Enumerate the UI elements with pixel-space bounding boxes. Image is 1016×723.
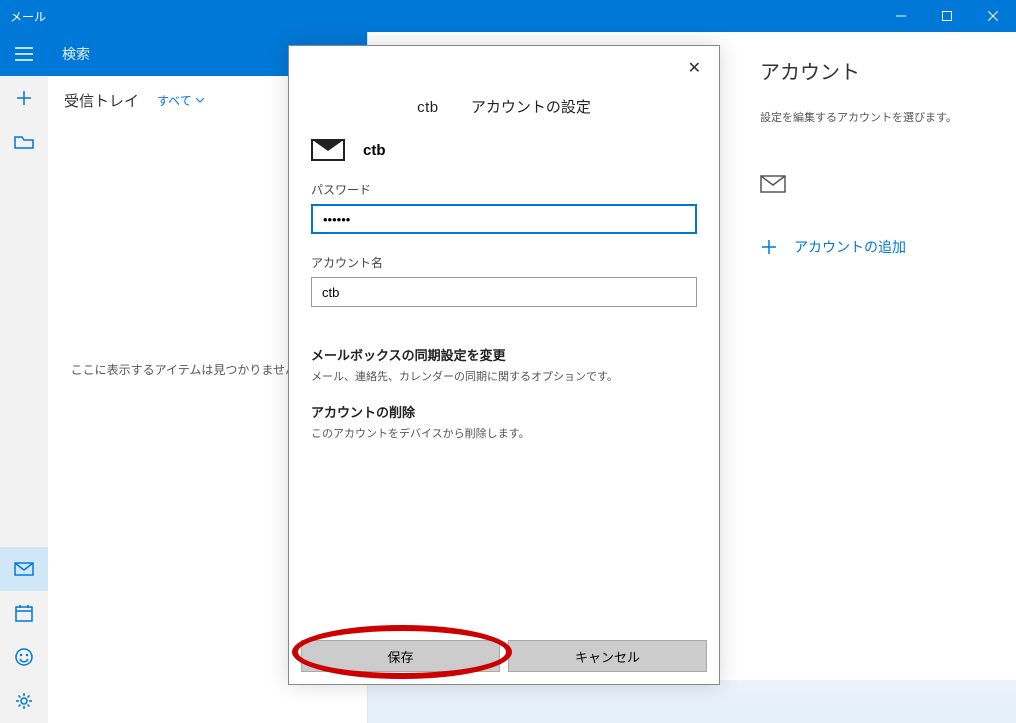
account-settings-dialog: ✕ ctb アカウントの設定 ctb パスワード アカウント名 メールボックスの… [288, 45, 720, 685]
dialog-title: ctb アカウントの設定 [311, 96, 697, 117]
dialog-account-id: ctb [417, 99, 439, 116]
mail-icon [311, 139, 345, 161]
password-input[interactable] [311, 204, 697, 234]
dialog-title-text: アカウントの設定 [471, 99, 591, 116]
app-title: メール [0, 8, 878, 25]
close-button[interactable] [970, 0, 1016, 32]
settings-button[interactable] [0, 679, 48, 723]
mail-icon [760, 175, 786, 193]
maximize-button[interactable] [924, 0, 970, 32]
delete-account-desc: このアカウントをデバイスから削除します。 [311, 425, 697, 441]
accounts-heading: アカウント [760, 56, 992, 85]
add-account-button[interactable]: アカウントの追加 [760, 237, 992, 257]
accounts-hint: 設定を編集するアカウントを選びます。 [760, 109, 992, 125]
inbox-filter-label: すべて [157, 92, 192, 109]
dialog-account-label: ctb [363, 142, 386, 159]
sync-settings-link[interactable]: メールボックスの同期設定を変更 メール、連絡先、カレンダーの同期に関するオプショ… [311, 345, 697, 384]
add-account-label: アカウントの追加 [794, 237, 906, 257]
inbox-filter[interactable]: すべて [157, 92, 204, 109]
dialog-account-header: ctb [311, 139, 697, 161]
cancel-button[interactable]: キャンセル [508, 640, 707, 672]
inbox-title: 受信トレイ [64, 90, 139, 111]
plus-icon [760, 238, 778, 256]
password-label: パスワード [311, 181, 697, 198]
account-name-input[interactable] [311, 277, 697, 307]
folders-button[interactable] [0, 120, 48, 164]
accounts-panel: アカウント 設定を編集するアカウントを選びます。 アカウントの追加 [736, 32, 1016, 723]
chevron-down-icon [196, 98, 204, 103]
mail-tab[interactable] [0, 547, 48, 591]
minimize-button[interactable] [878, 0, 924, 32]
delete-account-title: アカウントの削除 [311, 402, 697, 421]
titlebar: メール [0, 0, 1016, 32]
sync-settings-title: メールボックスの同期設定を変更 [311, 345, 697, 364]
calendar-tab[interactable] [0, 591, 48, 635]
window-controls [878, 0, 1016, 32]
save-button[interactable]: 保存 [301, 640, 500, 672]
new-mail-button[interactable] [0, 76, 48, 120]
feedback-button[interactable] [0, 635, 48, 679]
dialog-close-button[interactable]: ✕ [688, 58, 701, 78]
hamburger-button[interactable] [0, 32, 48, 76]
account-item[interactable] [760, 175, 992, 193]
nav-rail [0, 32, 48, 723]
delete-account-link[interactable]: アカウントの削除 このアカウントをデバイスから削除します。 [311, 402, 697, 441]
account-name-label: アカウント名 [311, 254, 697, 271]
sync-settings-desc: メール、連絡先、カレンダーの同期に関するオプションです。 [311, 368, 697, 384]
